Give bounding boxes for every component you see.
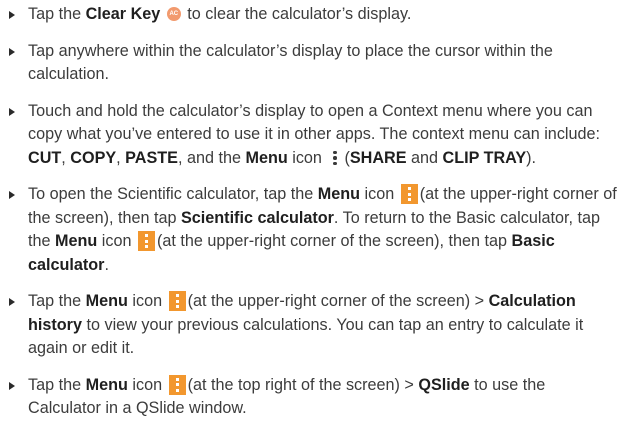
item-text: icon	[127, 292, 167, 310]
menu-icon	[330, 150, 340, 166]
list-item: Tap the Clear Key to clear the calculato…	[8, 3, 618, 27]
item-text: Tap the	[28, 292, 86, 310]
item-text: ).	[526, 148, 537, 167]
menu-icon	[400, 184, 418, 204]
bullet-arrow-icon	[9, 107, 15, 116]
menu-label: Menu	[85, 292, 128, 310]
list-item: Touch and hold the calculator’s display …	[8, 100, 618, 171]
item-text: Touch and hold the calculator’s display …	[28, 101, 601, 144]
menu-label: Menu	[85, 375, 128, 394]
item-text: Tap the	[28, 5, 86, 23]
clear-key-icon	[166, 7, 181, 21]
bullet-arrow-icon	[9, 381, 15, 390]
menu-label: Menu	[317, 185, 361, 203]
menu-icon	[137, 231, 155, 251]
list-item: To open the Scientific calculator, tap t…	[8, 183, 618, 277]
menu-icon	[168, 291, 186, 311]
bullet-arrow-icon	[9, 47, 15, 56]
document-page: Tap the Clear Key to clear the calculato…	[0, 0, 628, 443]
item-text: icon	[287, 148, 327, 167]
bullet-arrow-icon	[9, 191, 15, 199]
item-text: icon	[127, 375, 167, 394]
item-text: icon	[360, 185, 399, 203]
copy-label: COPY	[70, 148, 117, 167]
item-text: Tap the	[28, 375, 86, 394]
clear-key-label: Clear Key	[85, 5, 161, 23]
clip-tray-label: CLIP TRAY	[442, 148, 527, 167]
share-label: SHARE	[349, 148, 407, 167]
item-text: , and the	[177, 148, 246, 167]
item-text: icon	[97, 232, 136, 250]
menu-label: Menu	[245, 148, 288, 167]
item-text: To open the Scientific calculator, tap t…	[28, 185, 318, 203]
scientific-calculator-label: Scientific calculator	[180, 208, 334, 227]
item-text: to view your previous calculations. You …	[28, 315, 584, 358]
item-text: (at the top right of the screen) >	[187, 375, 419, 394]
list-item: Tap the Menu icon (at the upper-right co…	[8, 290, 618, 361]
cut-label: CUT	[28, 148, 62, 167]
item-text: ,	[116, 148, 126, 167]
item-text: (at the upper-right corner of the screen…	[187, 292, 489, 310]
list-item: Tap anywhere within the calculator’s dis…	[8, 40, 618, 87]
item-text: to clear the calculator’s display.	[182, 5, 412, 23]
item-text: ,	[61, 148, 71, 167]
item-text: Tap anywhere within the calculator’s dis…	[28, 41, 553, 84]
bullet-arrow-icon	[9, 298, 15, 306]
paste-label: PASTE	[125, 148, 178, 167]
item-text: .	[104, 255, 109, 274]
item-text: and	[406, 148, 443, 167]
item-text: (at the upper-right corner of the screen…	[156, 232, 512, 250]
qslide-label: QSlide	[418, 375, 470, 394]
menu-icon	[168, 374, 186, 395]
bullet-arrow-icon	[9, 11, 15, 19]
menu-label: Menu	[55, 232, 98, 250]
list-item: Tap the Menu icon (at the top right of t…	[8, 374, 618, 421]
